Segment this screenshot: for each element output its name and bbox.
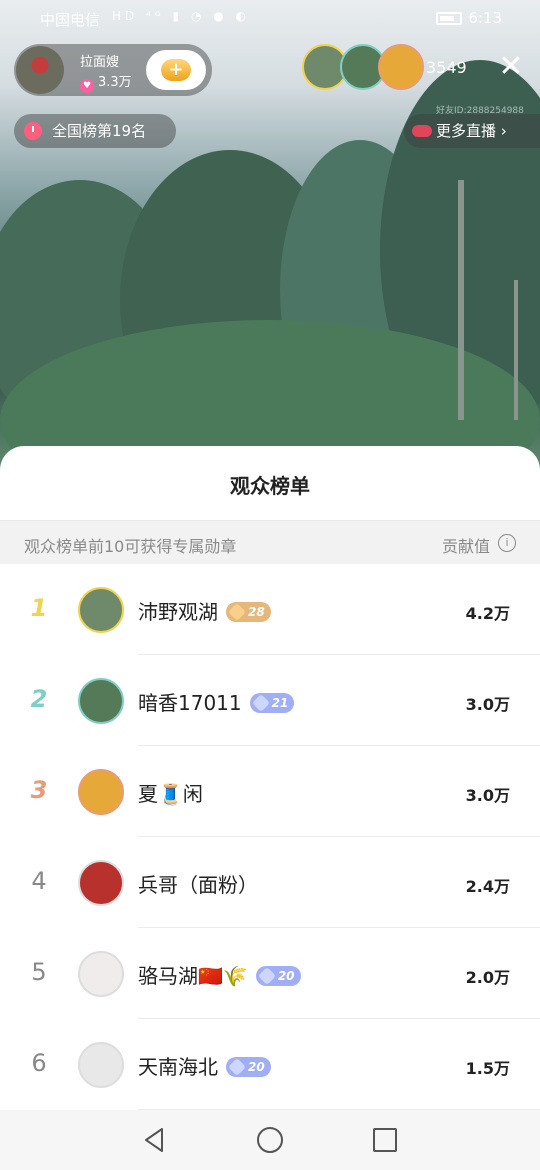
host-name: 拉面嫂 xyxy=(80,55,120,70)
contribution-value: 1.5万 xyxy=(465,1059,510,1078)
ranking-row[interactable]: 2 暗香17011 21 3.0万 xyxy=(0,655,540,746)
user-avatar[interactable] xyxy=(78,587,124,633)
heart-icon: ♥ xyxy=(80,79,94,93)
sheet-subheader: 观众榜单前10可获得专属勋章 贡献值 i xyxy=(0,520,540,564)
follow-button[interactable]: + xyxy=(146,50,206,90)
sheet-title: 观众榜单 xyxy=(230,474,310,498)
user-name-group[interactable]: 暗香17011 21 xyxy=(138,687,295,716)
ranking-row[interactable]: 4 兵哥（面粉） 2.4万 xyxy=(0,837,540,928)
sheet-subtitle: 观众榜单前10可获得专属勋章 xyxy=(24,537,237,556)
fan-level-badge: 28 xyxy=(226,602,271,622)
live-stream-video: 中国电信 HD ⁴ᴳ ▮ ◔ ● ◐ 6:13 拉面嫂 ♥ 3.3万 + 3549… xyxy=(0,0,540,470)
viewer-count[interactable]: 3549 xyxy=(426,58,467,77)
more-live-text: 更多直播 xyxy=(436,122,497,140)
recent-apps-icon[interactable] xyxy=(373,1128,397,1152)
ranking-row[interactable]: 6 天南海北 20 1.5万 xyxy=(0,1019,540,1110)
clock-time: 6:13 xyxy=(468,9,502,27)
chevron-right-icon: › xyxy=(500,122,507,140)
ranking-row[interactable]: 5 骆马湖🇨🇳🌾 20 2.0万 xyxy=(0,928,540,1019)
user-name-group[interactable]: 夏🧵闲 xyxy=(138,778,203,807)
user-name: 暗香17011 xyxy=(138,691,242,715)
clock-icon xyxy=(24,122,42,140)
contribution-header: 贡献值 xyxy=(441,537,490,556)
ranking-row[interactable]: 1 沛野观湖 28 4.2万 xyxy=(0,564,540,655)
rank-number: 4 xyxy=(31,867,47,895)
user-name-group[interactable]: 兵哥（面粉） xyxy=(138,869,258,898)
viewer-avatar[interactable] xyxy=(378,44,424,90)
lips-icon xyxy=(412,125,432,137)
close-icon[interactable]: ✕ xyxy=(496,52,526,82)
host-info-pill[interactable]: 拉面嫂 ♥ 3.3万 + xyxy=(14,44,212,96)
contribution-value: 4.2万 xyxy=(465,604,510,623)
national-rank-label: 全国榜第19名 xyxy=(52,122,147,140)
tree-trunk xyxy=(514,280,518,420)
status-bar: 中国电信 HD ⁴ᴳ ▮ ◔ ● ◐ 6:13 xyxy=(0,0,540,38)
user-name-group[interactable]: 沛野观湖 28 xyxy=(138,596,271,625)
home-icon[interactable] xyxy=(257,1127,283,1153)
user-name: 沛野观湖 xyxy=(138,600,218,624)
user-avatar[interactable] xyxy=(78,769,124,815)
host-likes: ♥ 3.3万 xyxy=(80,71,132,93)
tree-trunk xyxy=(458,180,464,420)
more-live-button[interactable]: 更多直播 › xyxy=(404,114,540,148)
user-avatar[interactable] xyxy=(78,951,124,997)
info-icon[interactable]: i xyxy=(498,534,516,552)
contribution-value: 2.4万 xyxy=(465,877,510,896)
contribution-value: 2.0万 xyxy=(465,968,510,987)
host-avatar[interactable] xyxy=(16,46,64,94)
user-name: 骆马湖🇨🇳🌾 xyxy=(138,964,248,988)
rank-number: 3 xyxy=(30,776,48,804)
audience-ranking-sheet: 观众榜单 观众榜单前10可获得专属勋章 贡献值 i 1 沛野观湖 28 4.2万 2 暗香… xyxy=(0,446,540,1110)
more-live-label: 更多直播 › xyxy=(436,114,507,148)
system-nav-bar xyxy=(0,1110,540,1170)
ranking-row[interactable]: 3 夏🧵闲 3.0万 xyxy=(0,746,540,837)
user-name: 兵哥（面粉） xyxy=(138,873,258,897)
fan-level-badge: 21 xyxy=(249,693,295,713)
user-avatar[interactable] xyxy=(78,860,124,906)
fan-level-badge: 20 xyxy=(226,1057,271,1077)
user-name-group[interactable]: 天南海北 20 xyxy=(138,1051,271,1080)
rank-number: 1 xyxy=(30,594,48,622)
back-icon[interactable] xyxy=(140,1126,168,1154)
user-avatar[interactable] xyxy=(78,678,124,724)
battery-icon xyxy=(436,12,462,25)
host-likes-count: 3.3万 xyxy=(98,75,132,90)
user-name: 天南海北 xyxy=(138,1055,218,1079)
plus-icon: + xyxy=(161,59,191,81)
rank-number: 2 xyxy=(30,685,48,713)
status-icons: HD ⁴ᴳ ▮ ◔ ● ◐ xyxy=(112,9,251,23)
contribution-value: 3.0万 xyxy=(465,695,510,714)
user-avatar[interactable] xyxy=(78,1042,124,1088)
rank-number: 5 xyxy=(31,958,47,986)
fan-level-badge: 20 xyxy=(255,966,301,986)
carrier-label: 中国电信 xyxy=(40,11,101,29)
user-name-group[interactable]: 骆马湖🇨🇳🌾 20 xyxy=(138,960,301,989)
rank-number: 6 xyxy=(31,1049,47,1077)
contribution-value: 3.0万 xyxy=(465,786,510,805)
user-name: 夏🧵闲 xyxy=(138,782,203,806)
national-rank-pill[interactable]: 全国榜第19名 xyxy=(14,114,176,148)
